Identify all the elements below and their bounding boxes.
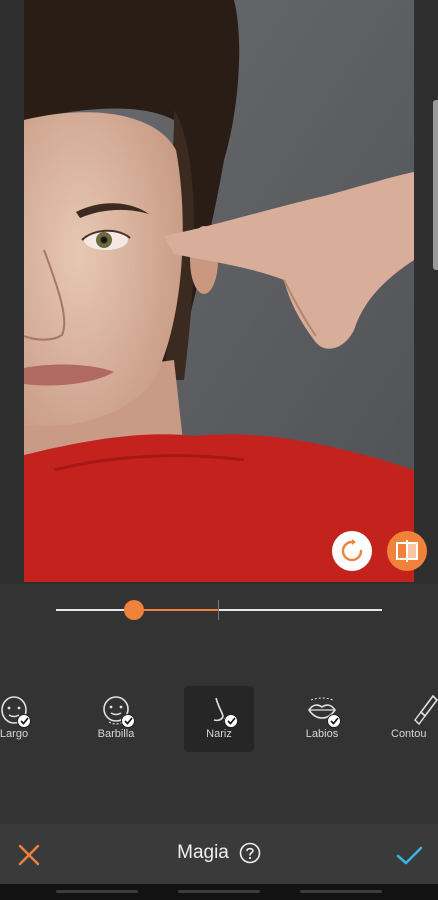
- tool-strip: Largo Barbilla Nariz Labios Contou: [0, 686, 438, 752]
- slider-handle[interactable]: [124, 600, 145, 620]
- slider-fill: [134, 609, 219, 611]
- photo-canvas-area: [0, 0, 438, 584]
- tool-barbilla[interactable]: Barbilla: [81, 686, 151, 752]
- tool-labios[interactable]: Labios: [287, 686, 357, 752]
- tool-largo[interactable]: Largo: [0, 686, 49, 752]
- nav-indicator: [300, 890, 382, 893]
- slider-track: [56, 609, 382, 611]
- applied-check-icon: [224, 714, 238, 728]
- intensity-slider[interactable]: [56, 600, 382, 620]
- compare-button[interactable]: [387, 531, 427, 571]
- nav-indicator: [56, 890, 138, 893]
- system-navigation-bar: [0, 884, 438, 900]
- applied-check-icon: [327, 714, 341, 728]
- tool-contorno[interactable]: Contou: [391, 686, 438, 752]
- portrait-photo-illustration: [24, 0, 414, 582]
- tool-label: Contou: [391, 728, 427, 740]
- tool-label: Nariz: [206, 728, 232, 740]
- tool-label: Barbilla: [97, 728, 135, 740]
- confirm-button[interactable]: [394, 840, 424, 870]
- question-icon[interactable]: [239, 842, 261, 864]
- adjustment-panel: Largo Barbilla Nariz Labios Contou: [0, 584, 438, 824]
- tool-label: Largo: [0, 728, 29, 740]
- tool-label: Labios: [305, 728, 339, 740]
- slider-center-mark: [218, 600, 219, 620]
- tool-title: Magia: [177, 842, 229, 863]
- applied-check-icon: [121, 714, 135, 728]
- compare-icon: [396, 540, 418, 562]
- edited-photo[interactable]: [24, 0, 414, 582]
- reset-icon: [341, 539, 363, 562]
- reset-button[interactable]: [332, 531, 372, 571]
- tool-title-group: Magia: [0, 842, 438, 864]
- contour-brush-icon: [414, 694, 438, 726]
- checkmark-icon: [396, 846, 423, 865]
- nav-indicator: [178, 890, 260, 893]
- applied-check-icon: [17, 714, 31, 728]
- bottom-action-bar: Magia: [0, 824, 438, 884]
- tool-nariz[interactable]: Nariz: [184, 686, 254, 752]
- scrollbar-thumb[interactable]: [433, 100, 438, 270]
